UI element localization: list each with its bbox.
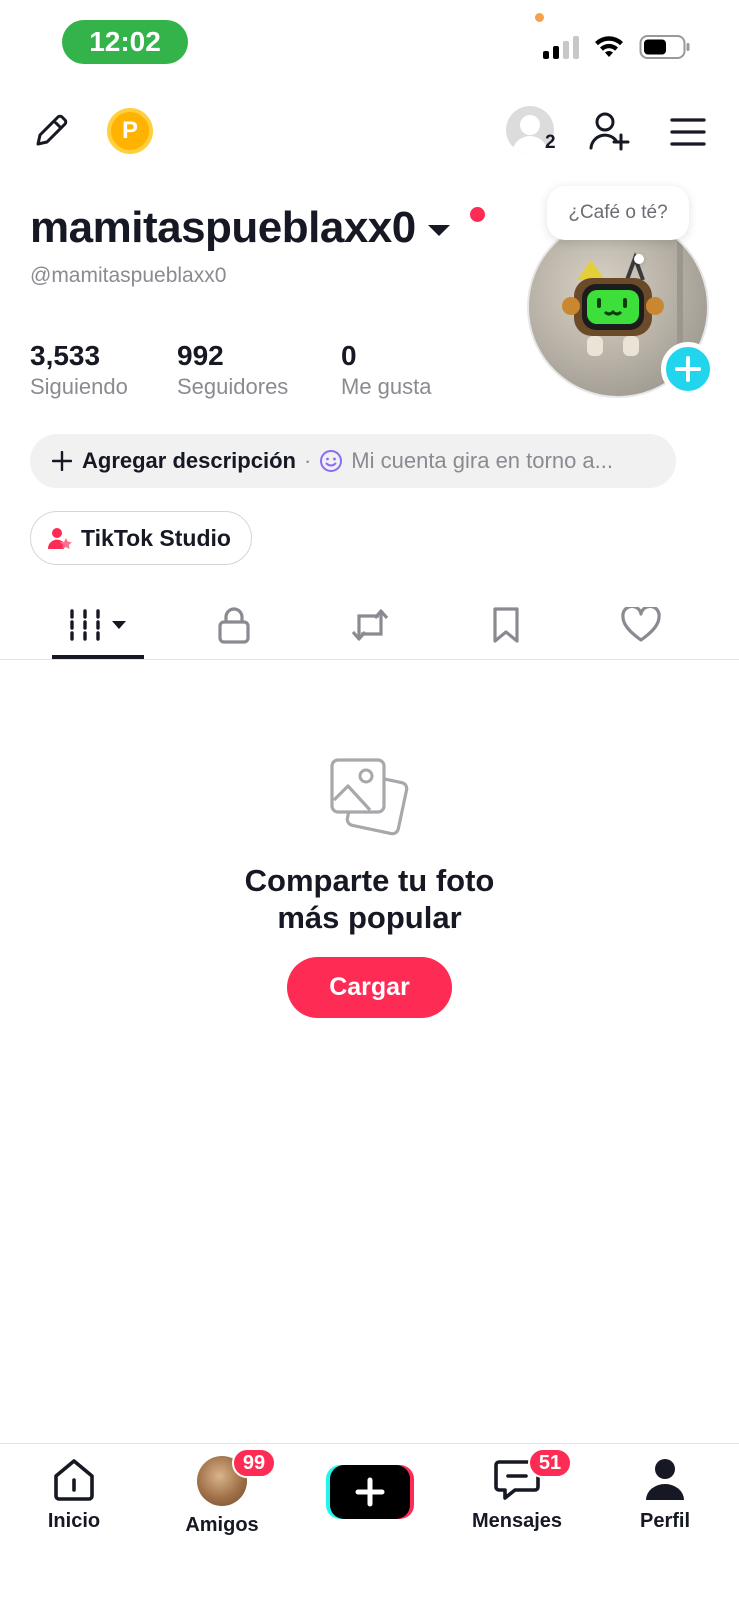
- coins-icon[interactable]: P: [107, 108, 153, 154]
- smiley-icon: [320, 450, 343, 472]
- tab-videos[interactable]: [52, 590, 144, 660]
- username-handle: @mamitaspueblaxx0: [30, 264, 227, 287]
- privacy-indicator-dot: [535, 13, 544, 22]
- home-icon: [54, 1459, 94, 1501]
- photos-icon: [329, 756, 411, 843]
- account-switcher[interactable]: mamitaspueblaxx0: [30, 203, 450, 253]
- stat-value: 992: [177, 340, 224, 371]
- stat-following[interactable]: 3,533 Siguiendo: [30, 340, 177, 400]
- note-bubble-tail: [634, 254, 644, 264]
- plus-icon: [355, 1477, 385, 1507]
- create-button-core: [330, 1465, 410, 1519]
- stat-label: Siguiendo: [30, 374, 128, 399]
- creator-star-icon: [47, 528, 72, 549]
- nav-profile[interactable]: Perfil: [600, 1456, 730, 1533]
- stat-label: Seguidores: [177, 374, 289, 399]
- nav-home[interactable]: Inicio: [9, 1456, 139, 1533]
- wifi-icon: [595, 36, 623, 57]
- tab-reposts[interactable]: [330, 590, 410, 660]
- plus-icon: [675, 356, 701, 382]
- profile-person-icon: [646, 1459, 684, 1500]
- friends-badge: 99: [232, 1448, 276, 1478]
- content-tabs: [0, 590, 739, 660]
- nav-friends-label: Amigos: [185, 1514, 259, 1536]
- profile-avatar[interactable]: [527, 216, 715, 398]
- add-story-button[interactable]: [661, 342, 715, 396]
- active-tab-indicator: [52, 655, 144, 659]
- visitor-count: 2: [545, 132, 556, 153]
- stat-followers[interactable]: 992 Seguidores: [177, 340, 341, 400]
- notification-dot: [470, 207, 485, 222]
- tab-private[interactable]: [194, 590, 274, 660]
- profile-top-bar: P 2: [0, 100, 739, 162]
- tiktok-studio-button[interactable]: TikTok Studio: [30, 511, 252, 565]
- profile-stats: 3,533 Siguiendo 992 Seguidores 0 Me gust…: [30, 340, 432, 400]
- stat-value: 0: [341, 340, 357, 371]
- nav-profile-label: Perfil: [639, 1510, 691, 1532]
- display-name: mamitaspueblaxx0: [30, 203, 416, 252]
- bottom-navigation: Inicio Amigos 99 Mensajes 51 Perfil: [0, 1443, 739, 1600]
- plus-icon: [52, 451, 72, 471]
- add-description-button[interactable]: Agregar descripción · Mi cuenta gira en …: [30, 434, 676, 488]
- stat-value: 3,533: [30, 340, 101, 371]
- chevron-down-icon: [427, 224, 450, 236]
- tab-liked[interactable]: [601, 590, 681, 660]
- grid-icon: [70, 609, 100, 641]
- bookmark-icon: [493, 607, 519, 643]
- upload-button[interactable]: Cargar: [287, 957, 452, 1018]
- stat-label: Me gusta: [341, 374, 432, 399]
- messages-badge: 51: [528, 1448, 572, 1478]
- studio-label: TikTok Studio: [81, 524, 231, 551]
- empty-state-title: Comparte tu foto más popular: [0, 862, 739, 936]
- add-friend-icon[interactable]: [586, 108, 632, 154]
- add-description-label: Agregar descripción: [82, 448, 296, 473]
- chevron-down-icon: [112, 621, 126, 629]
- lock-icon: [218, 607, 250, 644]
- stat-likes[interactable]: 0 Me gusta: [341, 340, 432, 400]
- cellular-signal-icon: [543, 35, 579, 59]
- nav-messages-label: Mensajes: [471, 1510, 563, 1532]
- repost-icon: [351, 609, 389, 641]
- create-button[interactable]: [326, 1465, 414, 1519]
- edit-pencil-icon[interactable]: [30, 110, 72, 152]
- empty-title-line2: más popular: [277, 900, 462, 935]
- empty-title-line1: Comparte tu foto: [244, 863, 495, 898]
- note-bubble[interactable]: ¿Café o té?: [547, 186, 689, 240]
- tab-favorites[interactable]: [466, 590, 546, 660]
- description-placeholder: Mi cuenta gira en torno a...: [351, 448, 613, 473]
- status-time: 12:02: [62, 20, 188, 64]
- nav-home-label: Inicio: [47, 1510, 101, 1532]
- separator-dot: ·: [303, 448, 312, 473]
- battery-icon: [639, 35, 690, 59]
- heart-icon: [621, 607, 661, 642]
- menu-hamburger-icon[interactable]: [668, 112, 708, 152]
- status-icons: [543, 34, 691, 60]
